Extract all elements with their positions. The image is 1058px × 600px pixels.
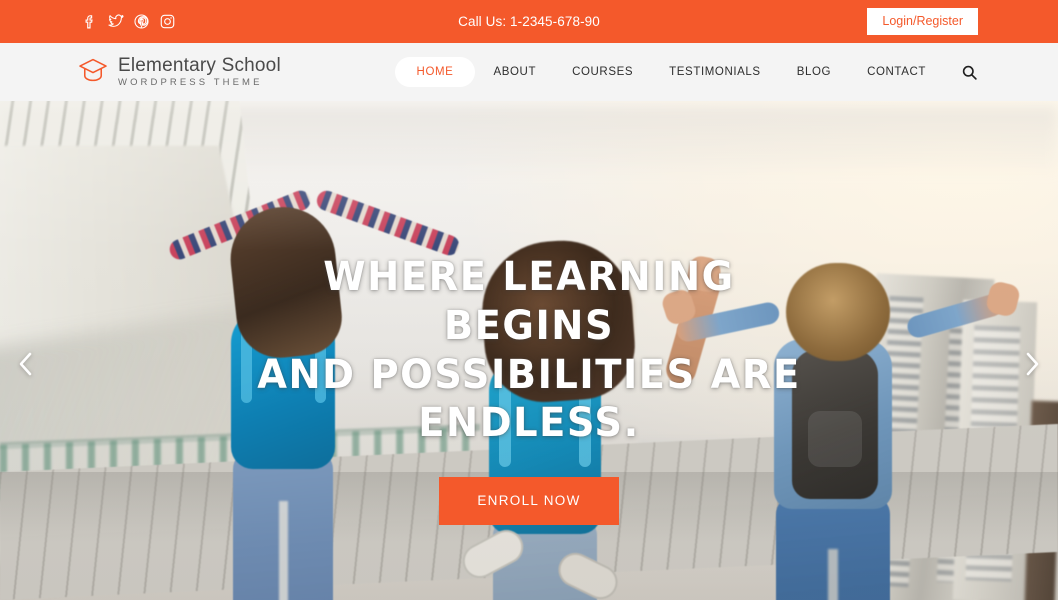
graduation-cap-icon	[78, 57, 108, 88]
hero-heading-line-1: WHERE LEARNING BEGINS	[323, 254, 735, 349]
nav-item-blog[interactable]: BLOG	[779, 57, 849, 87]
logo-subtitle: WORDPRESS THEME	[118, 77, 263, 89]
chevron-right-icon[interactable]	[1012, 344, 1052, 384]
main-header: Elementary School WORDPRESS THEME HOME A…	[0, 43, 1058, 101]
top-bar: Call Us: 1-2345-678-90 Login/Register	[0, 0, 1058, 43]
hero-slider: WHERE LEARNING BEGINS AND POSSIBILITIES …	[0, 101, 1058, 600]
hero-heading-line-2: AND POSSIBILITIES ARE	[257, 351, 801, 398]
nav-item-contact[interactable]: CONTACT	[849, 57, 944, 87]
enroll-now-button[interactable]: ENROLL NOW	[439, 477, 619, 525]
nav-item-home[interactable]: HOME	[394, 57, 476, 87]
hero-content: WHERE LEARNING BEGINS AND POSSIBILITIES …	[0, 253, 1058, 525]
hero-heading-line-3: ENDLESS.	[418, 400, 640, 447]
nav-item-about[interactable]: ABOUT	[475, 57, 554, 87]
chevron-left-icon[interactable]	[6, 344, 46, 384]
nav-item-testimonials[interactable]: TESTIMONIALS	[651, 57, 779, 87]
nav-item-courses[interactable]: COURSES	[554, 57, 651, 87]
site-logo[interactable]: Elementary School WORDPRESS THEME	[78, 56, 281, 88]
login-register-button[interactable]: Login/Register	[867, 7, 978, 36]
logo-title: Elementary School	[118, 55, 281, 77]
main-navigation: HOME ABOUT COURSES TESTIMONIALS BLOG CON…	[394, 57, 980, 87]
logo-text: Elementary School WORDPRESS THEME	[118, 56, 281, 88]
search-icon[interactable]	[958, 61, 980, 83]
hero-heading: WHERE LEARNING BEGINS AND POSSIBILITIES …	[231, 253, 826, 448]
